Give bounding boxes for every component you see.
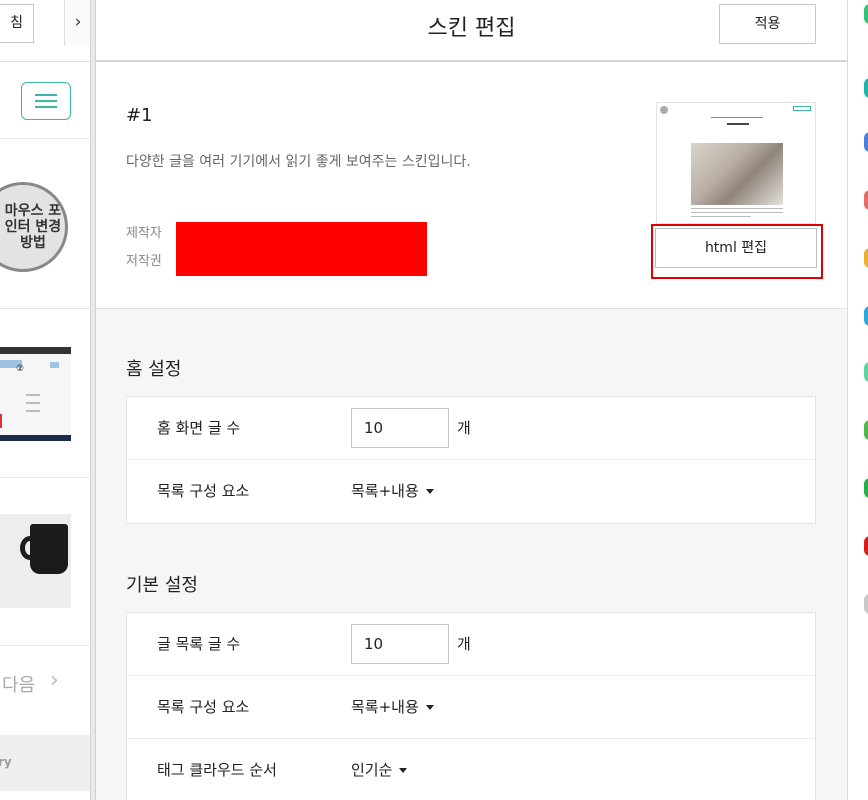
color-icon[interactable] xyxy=(864,248,868,268)
thumbnail-text: 마우스 포인터 변경방법 xyxy=(4,203,62,251)
select-value: 목록+내용 xyxy=(351,698,419,716)
divider xyxy=(0,138,90,139)
thumbnail-block xyxy=(50,362,59,368)
color-icon[interactable] xyxy=(864,132,868,152)
list-components-label: 목록 구성 요소 xyxy=(157,482,250,500)
divider xyxy=(0,645,90,646)
divider xyxy=(0,477,90,478)
select-value: 인기순 xyxy=(351,761,393,779)
hamburger-menu-icon[interactable] xyxy=(21,82,71,120)
skin-preview-thumbnail xyxy=(656,102,816,224)
footer-text: ry xyxy=(0,755,12,769)
preview-image xyxy=(691,143,783,205)
home-post-count-input[interactable] xyxy=(351,408,449,448)
unit-label: 개 xyxy=(457,419,471,437)
thumbnail-line xyxy=(26,394,40,396)
chevron-right-icon[interactable]: › xyxy=(50,668,59,693)
dropdown-caret-icon xyxy=(425,489,434,494)
list-components-select[interactable]: 목록+내용 xyxy=(351,480,434,501)
post-thumbnail[interactable]: 마우스 포인터 변경방법 xyxy=(0,182,68,272)
dropdown-caret-icon xyxy=(425,705,434,710)
post-thumbnail[interactable]: ② xyxy=(0,347,71,441)
preview-button xyxy=(793,106,811,111)
list-components-label: 목록 구성 요소 xyxy=(157,698,250,716)
color-icon[interactable] xyxy=(864,594,868,614)
thumbnail-cup xyxy=(30,524,68,574)
home-settings-card: 홈 화면 글 수 개 목록 구성 요소 목록+내용 xyxy=(126,396,816,524)
preview-title xyxy=(727,123,749,125)
dropdown-caret-icon xyxy=(399,768,408,773)
color-icon[interactable] xyxy=(864,478,868,498)
thumbnail-line xyxy=(26,402,40,404)
post-thumbnail[interactable] xyxy=(0,514,71,608)
color-icon[interactable] xyxy=(864,420,868,440)
skin-info-card: #1 다양한 글을 여러 기기에서 읽기 좋게 보여주는 스킨입니다. 제작자 … xyxy=(96,62,847,309)
thumbnail-marker: ② xyxy=(16,364,25,374)
preview-footer: ry xyxy=(0,735,90,791)
color-icon[interactable] xyxy=(864,536,868,556)
post-list-count-input[interactable] xyxy=(351,624,449,664)
preview-avatar xyxy=(660,106,668,114)
setting-row: 목록 구성 요소 목록+내용 xyxy=(127,676,815,739)
preview-text-line xyxy=(691,208,783,209)
next-page-link[interactable]: 다음 xyxy=(2,671,35,697)
setting-row: 홈 화면 글 수 개 xyxy=(127,397,815,460)
skin-description: 다양한 글을 여러 기기에서 읽기 좋게 보여주는 스킨입니다. xyxy=(126,154,471,170)
refresh-button[interactable]: 침 xyxy=(0,4,34,43)
highlight-box xyxy=(651,224,823,279)
home-post-count-label: 홈 화면 글 수 xyxy=(157,419,241,437)
thumbnail-line xyxy=(26,410,40,412)
color-icon[interactable] xyxy=(864,4,868,24)
tag-cloud-order-label: 태그 클라우드 순서 xyxy=(157,761,277,779)
list-components-select[interactable]: 목록+내용 xyxy=(351,696,434,717)
select-value: 목록+내용 xyxy=(351,482,419,500)
skin-settings-panel: 스킨 편집 적용 #1 다양한 글을 여러 기기에서 읽기 좋게 보여주는 스킨… xyxy=(96,0,847,800)
unit-label: 개 xyxy=(457,635,471,653)
color-icon[interactable] xyxy=(864,190,868,210)
apply-button[interactable]: 적용 xyxy=(719,4,816,44)
skin-name: #1 xyxy=(126,105,153,126)
blog-preview-panel: 침 › 마우스 포인터 변경방법 ② 다음 › ry xyxy=(0,0,91,800)
color-icon[interactable] xyxy=(864,362,868,382)
setting-row: 목록 구성 요소 목록+내용 xyxy=(127,460,815,523)
setting-row: 글 목록 글 수 개 xyxy=(127,613,815,676)
collapse-chevron-icon[interactable]: › xyxy=(64,0,90,46)
right-icon-strip xyxy=(847,0,868,800)
thumbnail-mark xyxy=(0,414,20,428)
skin-editor-window: 침 › 마우스 포인터 변경방법 ② 다음 › ry xyxy=(0,0,868,800)
preview-text-line xyxy=(691,216,751,217)
redacted-author-info xyxy=(176,222,427,276)
copyright-label: 저작권 xyxy=(126,254,162,269)
home-settings-title: 홈 설정 xyxy=(126,359,182,380)
editor-header: 스킨 편집 적용 xyxy=(96,0,847,62)
post-list-count-label: 글 목록 글 수 xyxy=(157,635,241,653)
color-icon[interactable] xyxy=(864,306,868,326)
preview-text-line xyxy=(691,212,783,213)
color-icon[interactable] xyxy=(864,78,868,98)
tag-cloud-order-select[interactable]: 인기순 xyxy=(351,759,408,780)
setting-row: 태그 클라우드 순서 인기순 xyxy=(127,739,815,800)
divider xyxy=(0,308,90,309)
author-label: 제작자 xyxy=(126,226,162,241)
preview-toolbar: 침 › xyxy=(0,0,90,62)
preview-accent-line xyxy=(711,117,763,118)
basic-settings-title: 기본 설정 xyxy=(126,575,198,596)
basic-settings-card: 글 목록 글 수 개 목록 구성 요소 목록+내용 태그 클라우드 순서 인기순 xyxy=(126,612,816,800)
